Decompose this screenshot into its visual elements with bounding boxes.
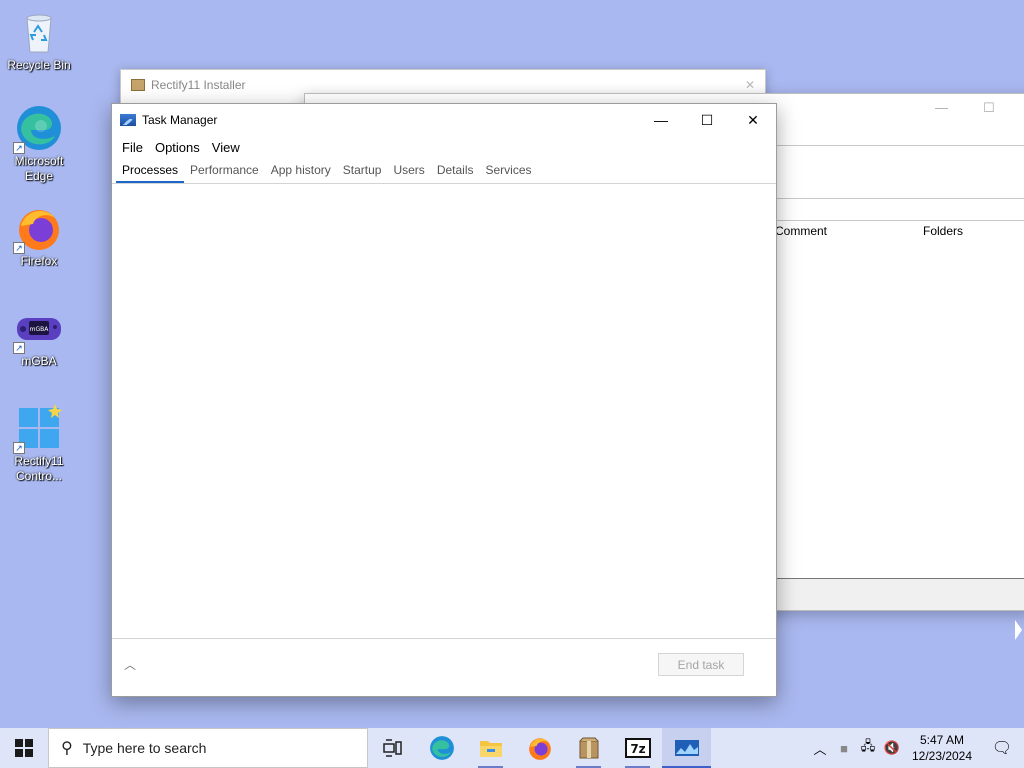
svg-text:mGBA: mGBA — [30, 326, 50, 333]
folder-icon — [479, 741, 502, 757]
start-button[interactable] — [0, 728, 48, 768]
task-manager-footer: ︿ End task — [112, 638, 776, 690]
clock-date: 12/23/2024 — [911, 749, 973, 763]
tab-details[interactable]: Details — [431, 163, 480, 183]
minimize-button[interactable]: — — [638, 104, 684, 136]
mgba-icon: mGBA ↗ — [13, 304, 63, 354]
desktop-icon-label: Microsoft Edge — [14, 154, 64, 183]
search-box[interactable]: ⚲ Type here to search — [48, 728, 368, 768]
show-hidden-icons-chevron-icon[interactable]: ︿ — [808, 739, 832, 758]
column-header-comment[interactable]: Comment — [775, 224, 827, 238]
desktop-icon-edge[interactable]: ↗ Microsoft Edge — [2, 104, 76, 184]
desktop-icon-rectify11-control[interactable]: ↗ Rectify11 Contro... — [2, 404, 76, 484]
clock[interactable]: 5:47 AM 12/23/2024 — [904, 732, 980, 764]
desktop-icon-label: mGBA — [21, 354, 57, 368]
edge-icon: ↗ — [13, 104, 63, 154]
tab-users[interactable]: Users — [387, 163, 430, 183]
firefox-icon — [528, 738, 551, 760]
window-title: Task Manager — [142, 113, 218, 127]
taskbar-installer-button[interactable] — [564, 728, 613, 768]
installer-icon — [131, 79, 145, 91]
volume-muted-icon[interactable]: 🔇 — [880, 740, 904, 756]
notification-icon[interactable]: 🗨 — [980, 738, 1024, 758]
column-header-folders[interactable]: Folders — [923, 224, 963, 238]
svg-text:7z: 7z — [630, 742, 645, 756]
desktop-icon-label: Recycle Bin — [7, 58, 71, 72]
end-task-button[interactable]: End task — [658, 653, 744, 676]
taskbar-file-explorer-button[interactable] — [466, 728, 515, 768]
shortcut-arrow-icon: ↗ — [13, 442, 25, 454]
rectify11-icon: ↗ — [13, 404, 63, 454]
package-icon — [579, 737, 598, 759]
desktop-icon-mgba[interactable]: mGBA ↗ mGBA — [2, 304, 76, 369]
desktop-icon-label: Rectify11 Contro... — [14, 454, 64, 483]
task-view-button[interactable] — [368, 728, 417, 768]
status-area — [775, 578, 1024, 610]
minimize-icon: — — [654, 112, 668, 128]
close-button[interactable]: ✕ — [730, 104, 776, 136]
close-icon: ✕ — [747, 111, 759, 128]
task-manager-icon — [120, 114, 136, 126]
fewer-details-chevron-icon[interactable]: ︿ — [124, 656, 136, 673]
system-tray: ︿ ■ 🖧 🔇 5:47 AM 12/23/2024 🗨 — [808, 728, 1024, 768]
close-icon[interactable]: ✕ — [745, 78, 755, 92]
desktop-icon-firefox[interactable]: ↗ Firefox — [2, 204, 76, 269]
clock-time: 5:47 AM — [919, 733, 965, 747]
installer-title: Rectify11 Installer — [151, 78, 246, 92]
tray-app-icon[interactable]: ■ — [832, 741, 856, 756]
edge-icon — [429, 736, 454, 760]
taskbar-7zip-button[interactable]: 7z — [613, 728, 662, 768]
task-view-icon — [382, 739, 402, 757]
tab-processes[interactable]: Processes — [116, 163, 185, 183]
task-manager-titlebar[interactable]: Task Manager — ☐ ✕ — [112, 104, 776, 136]
desktop-icon-recycle-bin[interactable]: Recycle Bin — [2, 8, 76, 73]
maximize-icon: ☐ — [700, 111, 714, 128]
shortcut-arrow-icon: ↗ — [13, 342, 25, 354]
network-icon[interactable]: 🖧 — [856, 737, 880, 759]
maximize-icon[interactable]: ☐ — [983, 100, 995, 116]
divider — [775, 198, 1024, 199]
menu-view[interactable]: View — [206, 140, 246, 155]
maximize-button[interactable]: ☐ — [684, 104, 730, 136]
process-list[interactable] — [112, 184, 776, 638]
tab-services[interactable]: Services — [480, 163, 538, 183]
divider — [775, 145, 1024, 146]
7zip-icon: 7z — [624, 738, 651, 758]
minimize-icon[interactable]: — — [935, 100, 948, 115]
taskbar-task-manager-button[interactable] — [662, 728, 711, 768]
menu-options[interactable]: Options — [149, 140, 206, 155]
task-manager-window[interactable]: Task Manager — ☐ ✕ File Options View Pro… — [111, 103, 777, 697]
windows-logo-icon — [15, 739, 33, 757]
menu-file[interactable]: File — [116, 140, 149, 155]
recycle-bin-icon — [15, 8, 63, 56]
taskbar-firefox-button[interactable] — [515, 728, 564, 768]
firefox-icon: ↗ — [13, 204, 63, 254]
task-manager-icon — [674, 740, 699, 756]
search-icon: ⚲ — [61, 740, 73, 757]
tab-bar: Processes Performance App history Startu… — [112, 158, 776, 184]
taskbar: ⚲ Type here to search 7z ︿ ■ 🖧 🔇 5:47 AM… — [0, 728, 1024, 768]
divider — [775, 220, 1024, 221]
desktop-icon-label: Firefox — [20, 254, 58, 268]
shortcut-arrow-icon: ↗ — [13, 242, 25, 254]
taskbar-edge-button[interactable] — [417, 728, 466, 768]
shortcut-arrow-icon: ↗ — [13, 142, 25, 154]
tab-app-history[interactable]: App history — [265, 163, 337, 183]
menu-bar: File Options View — [112, 136, 776, 158]
mouse-cursor — [1015, 620, 1022, 640]
search-placeholder: Type here to search — [82, 740, 207, 756]
tab-startup[interactable]: Startup — [337, 163, 388, 183]
tab-performance[interactable]: Performance — [184, 163, 265, 183]
